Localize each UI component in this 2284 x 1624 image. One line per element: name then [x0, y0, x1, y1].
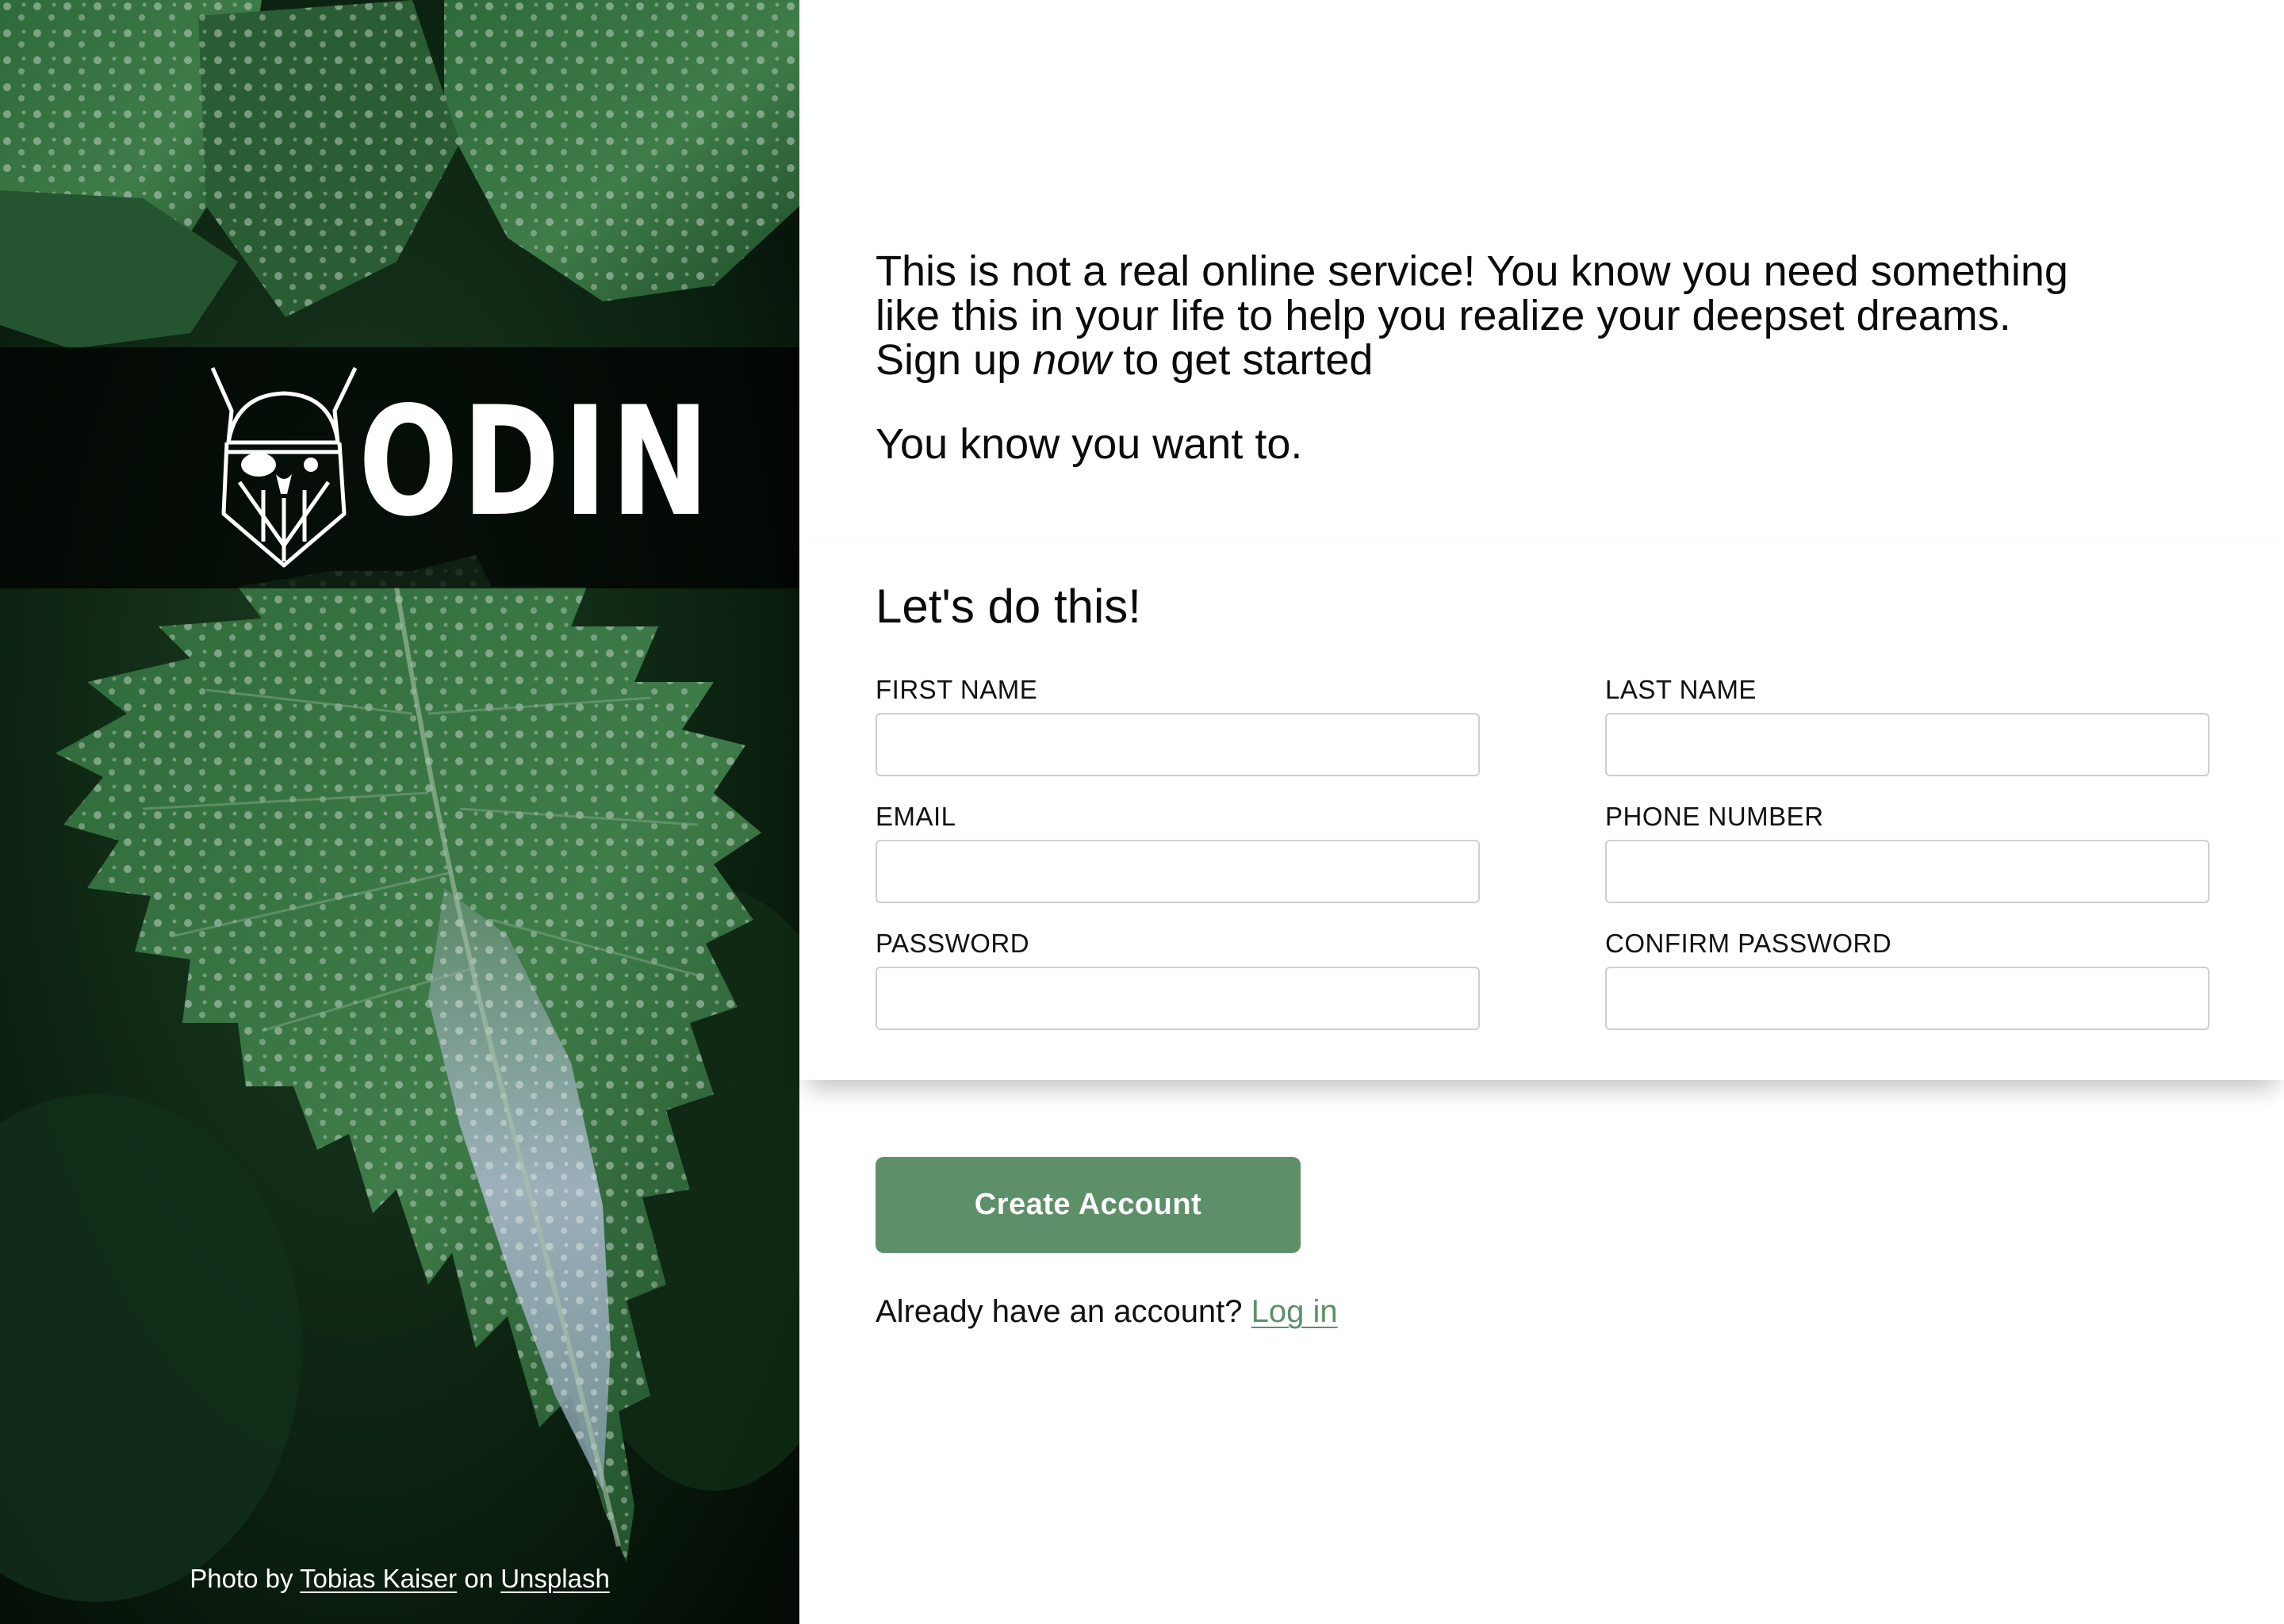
- login-link[interactable]: Log in: [1251, 1294, 1338, 1329]
- password-label: PASSWORD: [876, 929, 1030, 958]
- intro-line-3-end: to get started: [1111, 336, 1374, 384]
- phone-input[interactable]: [1605, 840, 2209, 903]
- login-prompt: Already have an account? Log in: [876, 1294, 1338, 1330]
- last-name-label: LAST NAME: [1605, 675, 1757, 704]
- password-input[interactable]: [876, 967, 1480, 1030]
- last-name-input[interactable]: [1605, 713, 2209, 776]
- intro-line-1: This is not a real online service! You k…: [876, 247, 2068, 295]
- password-group: PASSWORD: [876, 929, 1480, 1030]
- first-name-label: FIRST NAME: [876, 675, 1038, 704]
- phone-group: PHONE NUMBER: [1605, 802, 2209, 903]
- intro-tagline: You know you want to.: [876, 420, 1303, 468]
- hero-image-panel: ODIN Photo by Tobias Kaiser on Unsplash: [0, 0, 799, 1624]
- form-title: Let's do this!: [876, 580, 1141, 633]
- email-input[interactable]: [876, 840, 1480, 903]
- phone-label: PHONE NUMBER: [1605, 802, 1824, 831]
- photo-credit-middle: on: [464, 1564, 494, 1593]
- email-group: EMAIL: [876, 802, 1480, 903]
- confirm-password-group: CONFIRM PASSWORD: [1605, 929, 2209, 1030]
- photo-author-link[interactable]: Tobias Kaiser: [300, 1564, 457, 1593]
- intro-line-3-start: Sign up: [876, 336, 1033, 384]
- unsplash-link[interactable]: Unsplash: [500, 1564, 610, 1593]
- email-label: EMAIL: [876, 802, 956, 831]
- brand-name: ODIN: [358, 374, 713, 550]
- signup-panel: This is not a real online service! You k…: [799, 0, 2284, 1624]
- signup-page: ODIN Photo by Tobias Kaiser on Unsplash …: [0, 0, 2284, 1624]
- intro-line-2: like this in your life to help you reali…: [876, 292, 2011, 339]
- signup-form: Let's do this! FIRST NAME LAST NAME EMAI…: [799, 542, 2284, 1080]
- leaf-photo: [0, 0, 799, 1624]
- intro-text: This is not a real online service! You k…: [876, 249, 2144, 466]
- intro-paragraph: This is not a real online service! You k…: [876, 249, 2144, 382]
- intro-emphasis: now: [1033, 336, 1112, 384]
- confirm-password-input[interactable]: [1605, 967, 2209, 1030]
- last-name-group: LAST NAME: [1605, 675, 2209, 776]
- confirm-password-label: CONFIRM PASSWORD: [1605, 929, 1892, 958]
- first-name-input[interactable]: [876, 713, 1480, 776]
- first-name-group: FIRST NAME: [876, 675, 1480, 776]
- create-account-button[interactable]: Create Account: [876, 1157, 1301, 1253]
- photo-credit: Photo by Tobias Kaiser on Unsplash: [0, 1564, 799, 1594]
- photo-credit-prefix: Photo by: [190, 1564, 293, 1593]
- intro-line-3: Sign up now to get started: [876, 338, 2144, 382]
- login-prompt-text: Already have an account?: [876, 1294, 1243, 1329]
